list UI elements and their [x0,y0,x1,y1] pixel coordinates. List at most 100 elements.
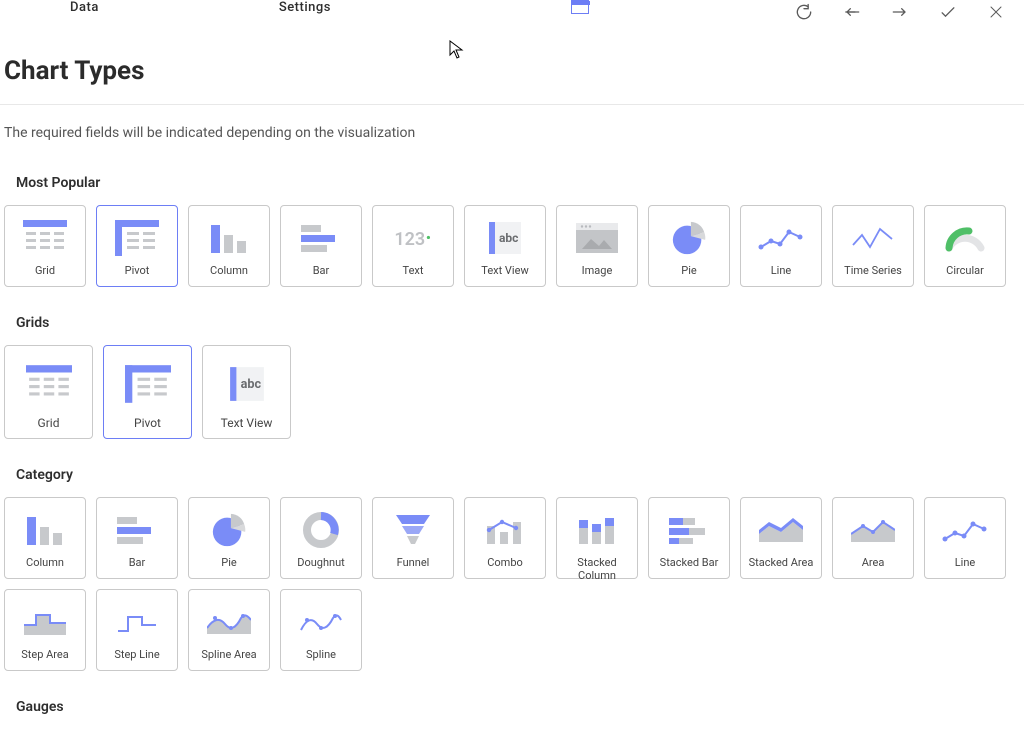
tile-column[interactable]: Column [188,205,270,287]
tile-label: Grid [35,264,55,278]
mini-preview-icon [571,0,589,14]
tile-label: Pivot [125,264,150,278]
tile-text-view[interactable]: abc Text View [464,205,546,287]
text-view-icon: abc [487,220,523,256]
tile-pie[interactable]: Pie [648,205,730,287]
tile-stacked-area[interactable]: Stacked Area [740,497,822,579]
tile-stacked-bar[interactable]: Stacked Bar [648,497,730,579]
time-series-icon [850,223,896,253]
tile-label: Column [210,264,248,278]
tile-grid-2[interactable]: Grid [4,345,93,439]
doughnut-icon [303,512,339,548]
spline-area-icon [207,608,251,636]
tile-step-line[interactable]: Step Line [96,589,178,671]
tile-pivot[interactable]: Pivot [96,205,178,287]
tab-settings[interactable]: Settings [279,0,331,15]
stacked-area-icon [759,516,803,544]
row-category: Column Bar Pie Doughnut Funnel Combo [0,497,1024,695]
tile-pivot-2[interactable]: Pivot [103,345,192,439]
line-icon [942,515,988,545]
image-icon [576,223,618,253]
tile-label: Bar [129,556,146,570]
spline-icon [299,608,343,636]
tile-label: Bar [313,264,330,278]
tile-stacked-column[interactable]: Stacked Column [556,497,638,579]
funnel-icon [396,515,430,545]
tile-circular[interactable]: Circular [924,205,1006,287]
tile-label: Text [403,264,424,278]
bar-icon [117,515,157,545]
tile-label: Image [582,264,613,278]
svg-text:abc: abc [499,231,518,245]
text-icon: 123· [394,226,431,251]
tile-spline[interactable]: Spline [280,589,362,671]
tile-funnel[interactable]: Funnel [372,497,454,579]
circular-icon [943,224,987,252]
undo-icon[interactable] [842,2,862,22]
tile-label: Pie [221,556,236,570]
svg-text:abc: abc [240,377,261,392]
tile-label: Pivot [134,416,161,430]
row-grids: Grid Pivot abc Text View [0,345,1024,463]
tile-step-area[interactable]: Step Area [4,589,86,671]
tile-image[interactable]: Image [556,205,638,287]
page-title: Chart Types [0,26,1024,105]
close-icon[interactable] [986,2,1006,22]
section-popular-label: Most Popular [0,171,1024,205]
tile-label: Circular [946,264,984,278]
confirm-icon[interactable] [938,2,958,22]
tile-label: Text View [481,264,528,278]
tile-doughnut[interactable]: Doughnut [280,497,362,579]
tile-time-series[interactable]: Time Series [832,205,914,287]
tile-label: Stacked Bar [660,556,719,570]
tile-column-2[interactable]: Column [4,497,86,579]
pie-icon [210,511,248,549]
tile-label: Doughnut [297,556,345,570]
tile-label: Text View [221,416,273,430]
tile-label: Pie [681,264,696,278]
column-icon [209,221,249,255]
redo-icon[interactable] [890,2,910,22]
tile-area[interactable]: Area [832,497,914,579]
tile-pie-2[interactable]: Pie [188,497,270,579]
section-category-label: Category [0,463,1024,497]
line-icon [758,223,804,253]
step-line-icon [116,607,158,637]
area-icon [851,516,895,544]
pivot-icon [125,365,171,403]
stacked-bar-icon [669,516,709,544]
tile-label: Line [955,556,976,570]
pivot-icon [115,220,159,256]
grid-icon [23,220,67,256]
bar-icon [301,223,341,253]
tile-label: Time Series [844,264,902,278]
text-view-icon: abc [228,365,266,403]
top-right-actions [794,2,1006,22]
stacked-column-icon [577,514,617,546]
tile-label: Grid [38,416,60,430]
pie-icon [670,219,708,257]
section-grids-label: Grids [0,311,1024,345]
tile-label: Stacked Column [559,556,635,570]
tile-line-2[interactable]: Line [924,497,1006,579]
tile-text[interactable]: 123· Text [372,205,454,287]
section-gauges-label: Gauges [0,695,1024,729]
column-icon [25,513,65,547]
tile-bar[interactable]: Bar [280,205,362,287]
tile-label: Line [771,264,792,278]
tile-label: Combo [487,556,523,570]
tile-spline-area[interactable]: Spline Area [188,589,270,671]
tile-grid[interactable]: Grid [4,205,86,287]
tab-data[interactable]: Data [70,0,99,15]
tile-line[interactable]: Line [740,205,822,287]
tile-combo[interactable]: Combo [464,497,546,579]
tile-label: Funnel [397,556,430,570]
tile-label: Step Area [21,648,69,662]
tile-label: Step Line [114,648,159,662]
tile-text-view-2[interactable]: abc Text View [202,345,291,439]
tile-bar-2[interactable]: Bar [96,497,178,579]
refresh-icon[interactable] [794,2,814,22]
tile-label: Area [862,556,885,570]
top-bar: Data Settings [0,0,1024,26]
tile-label: Column [26,556,64,570]
